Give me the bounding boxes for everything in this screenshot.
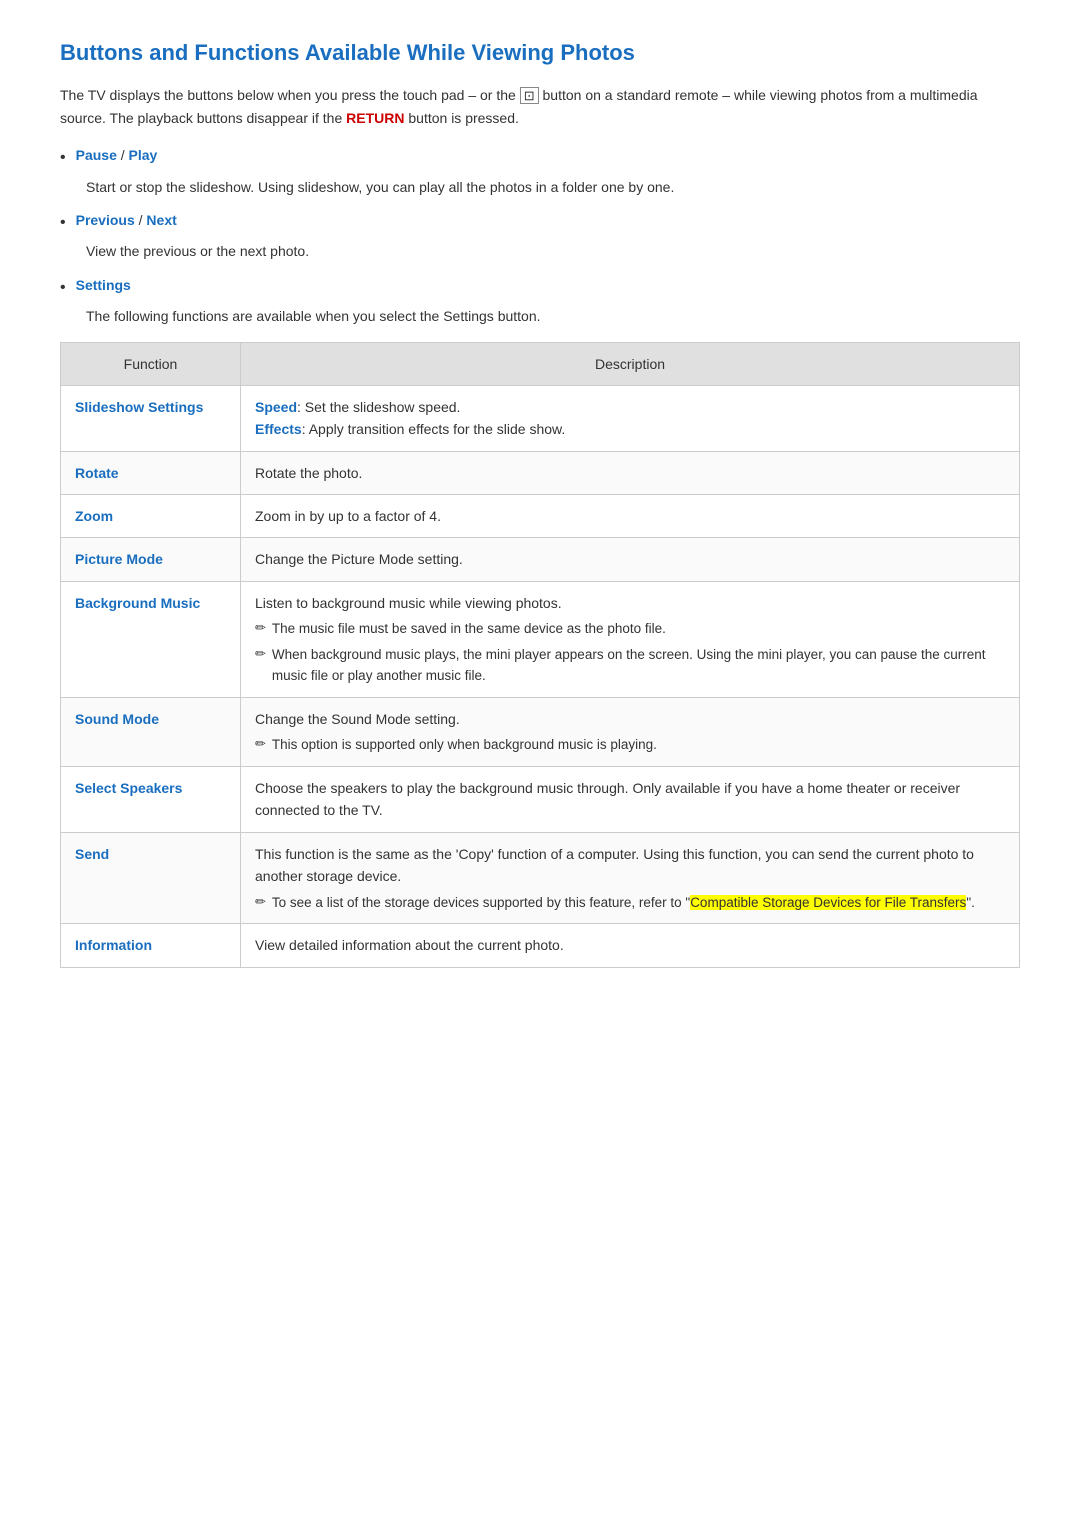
intro-paragraph: The TV displays the buttons below when y… [60,84,1020,129]
bullet-item-previous-next: • Previous / Next [60,212,1020,234]
speed-desc: : Set the slideshow speed. [297,399,460,415]
speed-link[interactable]: Speed [255,399,297,415]
previous-next-desc: View the previous or the next photo. [86,240,1020,262]
effects-link[interactable]: Effects [255,421,302,437]
next-link[interactable]: Next [146,212,176,228]
bullet-dot-3: • [60,277,66,299]
previous-link[interactable]: Previous [76,212,135,228]
intro-text-3: button is pressed. [404,110,518,126]
table-row: Rotate Rotate the photo. [61,451,1020,494]
previous-next-label: Previous / Next [76,212,177,228]
desc-cell-bg-music: Listen to background music while viewing… [241,581,1020,697]
table-row: Picture Mode Change the Picture Mode set… [61,538,1020,581]
bg-music-main-desc: Listen to background music while viewing… [255,595,562,611]
func-cell-select-speakers: Select Speakers [61,767,241,833]
rotate-link[interactable]: Rotate [75,465,119,481]
compatible-storage-link[interactable]: Compatible Storage Devices for File Tran… [690,895,966,910]
desc-cell-slideshow: Speed: Set the slideshow speed. Effects:… [241,385,1020,451]
slideshow-settings-link[interactable]: Slideshow Settings [75,399,203,415]
table-row: Background Music Listen to background mu… [61,581,1020,697]
information-link[interactable]: Information [75,937,152,953]
bullet-dot-1: • [60,147,66,169]
func-cell-sound-mode: Sound Mode [61,698,241,767]
table-row: Send This function is the same as the 'C… [61,832,1020,923]
sound-mode-main-desc: Change the Sound Mode setting. [255,711,460,727]
func-cell-picture-mode: Picture Mode [61,538,241,581]
desc-cell-zoom: Zoom in by up to a factor of 4. [241,495,1020,538]
picture-mode-desc: Change the Picture Mode setting. [255,551,463,567]
send-link[interactable]: Send [75,846,109,862]
bullet-item-settings: • Settings [60,277,1020,299]
bg-music-note-1: ✏ The music file must be saved in the sa… [255,618,1005,640]
bullet-list: • Pause / Play Start or stop the slidesh… [60,147,1020,327]
sound-mode-link[interactable]: Sound Mode [75,711,159,727]
bullet-item-pause-play: • Pause / Play [60,147,1020,169]
func-cell-rotate: Rotate [61,451,241,494]
pause-play-separator: / [121,147,129,163]
pause-play-desc: Start or stop the slideshow. Using slide… [86,176,1020,198]
table-header-row: Function Description [61,342,1020,385]
play-link[interactable]: Play [129,147,158,163]
desc-cell-information: View detailed information about the curr… [241,924,1020,967]
zoom-desc: Zoom in by up to a factor of 4. [255,508,441,524]
picture-mode-link[interactable]: Picture Mode [75,551,163,567]
desc-cell-rotate: Rotate the photo. [241,451,1020,494]
table-row: Select Speakers Choose the speakers to p… [61,767,1020,833]
func-cell-slideshow: Slideshow Settings [61,385,241,451]
sound-mode-note-text: This option is supported only when backg… [272,734,657,756]
note-icon-1: ✏ [255,618,266,639]
pause-play-label: Pause / Play [76,147,158,163]
return-link: RETURN [346,110,404,126]
col-header-function: Function [61,342,241,385]
bg-music-link[interactable]: Background Music [75,595,200,611]
bullet-dot-2: • [60,212,66,234]
col-header-description: Description [241,342,1020,385]
bg-music-note-2: ✏ When background music plays, the mini … [255,644,1005,687]
table-row: Slideshow Settings Speed: Set the slides… [61,385,1020,451]
func-cell-send: Send [61,832,241,923]
settings-desc: The following functions are available wh… [86,305,1020,327]
zoom-link[interactable]: Zoom [75,508,113,524]
desc-cell-sound-mode: Change the Sound Mode setting. ✏ This op… [241,698,1020,767]
effects-desc: : Apply transition effects for the slide… [302,421,566,437]
select-speakers-link[interactable]: Select Speakers [75,780,182,796]
send-note: ✏ To see a list of the storage devices s… [255,892,1005,914]
table-row: Sound Mode Change the Sound Mode setting… [61,698,1020,767]
send-note-text: To see a list of the storage devices sup… [272,892,975,914]
select-speakers-desc: Choose the speakers to play the backgrou… [255,780,960,818]
func-cell-bg-music: Background Music [61,581,241,697]
desc-cell-picture-mode: Change the Picture Mode setting. [241,538,1020,581]
intro-text-1: The TV displays the buttons below when y… [60,87,520,103]
desc-cell-send: This function is the same as the 'Copy' … [241,832,1020,923]
note-icon-3: ✏ [255,734,266,755]
func-cell-information: Information [61,924,241,967]
settings-link[interactable]: Settings [76,277,131,293]
table-row: Zoom Zoom in by up to a factor of 4. [61,495,1020,538]
note-icon-4: ✏ [255,892,266,913]
rotate-desc: Rotate the photo. [255,465,362,481]
note-text-1: The music file must be saved in the same… [272,618,666,640]
functions-table: Function Description Slideshow Settings … [60,342,1020,968]
func-cell-zoom: Zoom [61,495,241,538]
table-row: Information View detailed information ab… [61,924,1020,967]
send-main-desc: This function is the same as the 'Copy' … [255,846,974,884]
information-desc: View detailed information about the curr… [255,937,564,953]
sound-mode-note: ✏ This option is supported only when bac… [255,734,1005,756]
remote-icon: ⊡ [520,87,539,104]
note-text-2: When background music plays, the mini pl… [272,644,1005,687]
note-icon-2: ✏ [255,644,266,665]
pause-link[interactable]: Pause [76,147,117,163]
desc-cell-select-speakers: Choose the speakers to play the backgrou… [241,767,1020,833]
page-title: Buttons and Functions Available While Vi… [60,40,1020,66]
